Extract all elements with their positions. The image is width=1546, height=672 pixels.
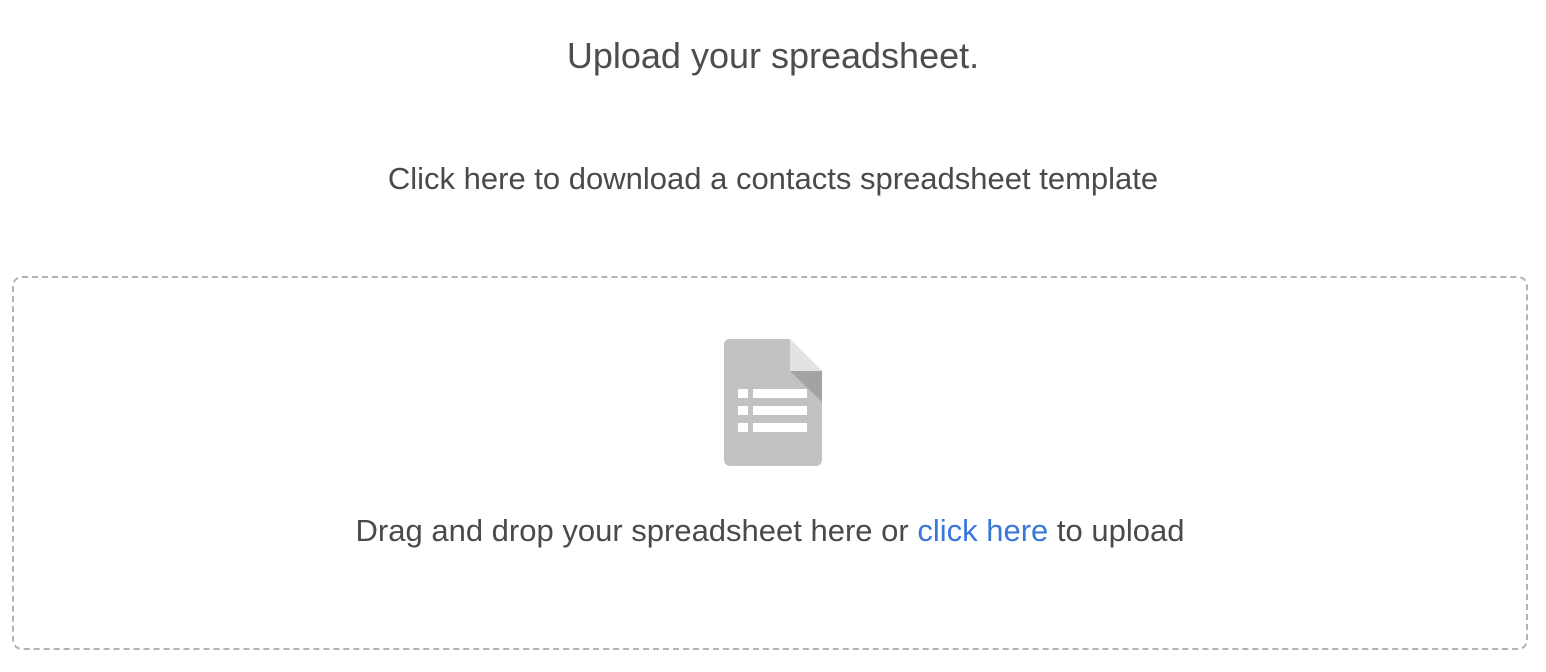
spreadsheet-file-icon bbox=[724, 339, 822, 466]
page-title: Upload your spreadsheet. bbox=[566, 35, 980, 76]
click-here-upload-link[interactable]: click here bbox=[917, 513, 1048, 548]
download-template-link[interactable]: Click here to download a contacts spread… bbox=[0, 160, 1546, 198]
upload-dropzone[interactable]: Drag and drop your spreadsheet here or c… bbox=[12, 276, 1528, 650]
dropzone-instructions: Drag and drop your spreadsheet here or c… bbox=[14, 512, 1526, 550]
dropzone-text-before: Drag and drop your spreadsheet here or bbox=[355, 513, 918, 548]
dropzone-text-after: to upload bbox=[1048, 513, 1185, 548]
